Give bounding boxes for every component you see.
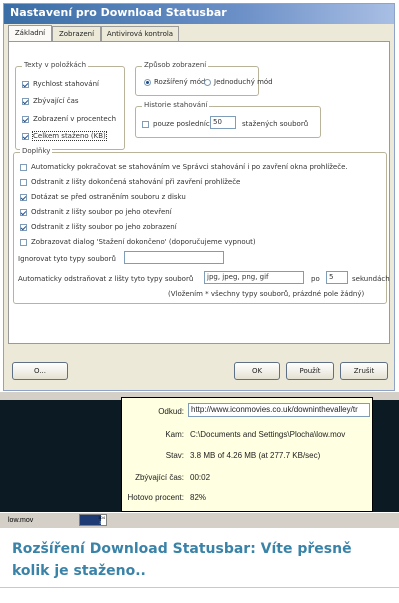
tab-zobrazeni[interactable]: Zobrazení	[52, 26, 101, 41]
label-zbyvajici-cas: Zbývající čas	[33, 97, 79, 105]
settings-window: Nastavení pro Download Statusbar Základn…	[3, 3, 395, 391]
checkbox-pouze-poslednich[interactable]	[142, 121, 149, 128]
group-texty-legend: Texty v položkách	[22, 61, 89, 69]
caption-divider	[0, 587, 399, 588]
checkbox-po-zobrazeni[interactable]	[20, 224, 27, 231]
group-historie: Historie stahování pouze posledních 50 s…	[135, 101, 321, 138]
group-doplnky-legend: Doplňky	[20, 147, 53, 155]
label-ignorovat: Ignorovat tyto typy souborů	[18, 255, 116, 263]
mini-bottom-text: 3.8	[99, 520, 105, 525]
auto-types-input[interactable]: jpg, jpeg, png, gif	[204, 271, 304, 284]
key-hotovo-procent: Hotovo procent:	[127, 493, 184, 502]
checkbox-procenta[interactable]	[22, 116, 29, 123]
label-po-zobrazeni: Odstranit z lišty soubor po jeho zobraze…	[31, 223, 177, 231]
settings-panel: Texty v položkách Rychlost stahování Zbý…	[8, 41, 390, 344]
label-jednoduchy: Jednoduchý mód	[214, 78, 273, 86]
label-sekundach: sekundách	[352, 275, 390, 283]
checkbox-po-otevreni[interactable]	[20, 209, 27, 216]
label-po-otevreni: Odstranit z lišty soubor po jeho otevřen…	[31, 208, 172, 216]
ok-button[interactable]: OK	[234, 362, 280, 380]
label-procenta: Zobrazení v procentech	[33, 115, 117, 123]
key-odkud: Odkud:	[158, 407, 184, 416]
ignorovat-input[interactable]	[124, 251, 224, 264]
checkbox-odstranit-dokoncena[interactable]	[20, 179, 27, 186]
label-rychlost: Rychlost stahování	[33, 80, 99, 88]
window-title: Nastavení pro Download Statusbar	[10, 6, 227, 19]
group-zpusob-legend: Způsob zobrazení	[142, 61, 209, 69]
seconds-input[interactable]: 5	[326, 271, 348, 284]
group-doplnky: Doplňky Automaticky pokračovat se stahov…	[13, 147, 390, 304]
historie-count-input[interactable]: 50	[210, 116, 236, 129]
checkbox-celkem[interactable]	[22, 133, 29, 140]
radio-rozsireny[interactable]	[144, 79, 151, 86]
label-dotazat: Dotázat se před ostraněním souboru z dis…	[31, 193, 186, 201]
group-historie-legend: Historie stahování	[142, 101, 210, 109]
checkbox-dotazat[interactable]	[20, 194, 27, 201]
odkud-url[interactable]: http://www.iconmovies.co.uk/downintheval…	[188, 403, 370, 417]
checkbox-zbyvajici-cas[interactable]	[22, 98, 29, 105]
tab-zakladni[interactable]: Základní	[8, 25, 52, 42]
label-celkem: Celkem staženo (KB)	[32, 131, 107, 141]
val-stav: 3.8 MB of 4.26 MB (at 277.7 KB/sec)	[190, 451, 321, 460]
key-stav: Stav:	[165, 451, 184, 460]
label-po: po	[311, 275, 320, 283]
radio-jednoduchy[interactable]	[204, 79, 211, 86]
label-pouze-poslednich: pouze posledních	[153, 120, 215, 128]
checkbox-pokracovat[interactable]	[20, 164, 27, 171]
tab-antivirova-kontrola[interactable]: Antivirová kontrola	[101, 26, 179, 41]
key-kam: Kam:	[165, 430, 184, 439]
download-tooltip: Odkud: http://www.iconmovies.co.uk/downi…	[121, 397, 373, 512]
key-zbyvajici-cas: Zbývající čas:	[135, 473, 184, 482]
download-item-filename[interactable]: low.mov	[8, 515, 78, 526]
article-caption: Rozšíření Download Statusbar: Víte přesn…	[12, 541, 352, 579]
download-progress-mini[interactable]: 304 3.8	[79, 514, 107, 526]
label-pokracovat: Automaticky pokračovat se stahováním ve …	[31, 163, 348, 171]
row-odkud: Odkud: http://www.iconmovies.co.uk/downi…	[122, 403, 372, 419]
label-rozsireny: Rozšířený mód	[154, 78, 206, 86]
val-hotovo-procent: 82%	[190, 493, 207, 502]
group-texty: Texty v položkách Rychlost stahování Zbý…	[15, 61, 125, 150]
label-automaticky-odstranovat: Automaticky odstraňovat z lišty tyto typ…	[18, 275, 194, 283]
download-statusbar: low.mov 304 3.8	[0, 512, 399, 528]
apply-button[interactable]: Použít	[286, 362, 334, 380]
group-zpusob: Způsob zobrazení Rozšířený mód Jednoduch…	[135, 61, 273, 96]
about-button[interactable]: O...	[12, 362, 68, 380]
val-zbyvajici-cas: 00:02	[190, 473, 211, 482]
hint-text: (Vložením * všechny typy souborů, prázdn…	[168, 290, 365, 298]
label-odstranit-dokoncena: Odstranit z lišty dokončená stahování př…	[31, 178, 241, 186]
label-stazenych: stažených souborů	[242, 120, 309, 128]
checkbox-dialog-dokonceno[interactable]	[20, 239, 27, 246]
label-dialog-dokonceno: Zobrazovat dialog 'Stažení dokončeno' (d…	[31, 238, 256, 246]
title-bar[interactable]: Nastavení pro Download Statusbar	[4, 4, 394, 24]
cancel-button[interactable]: Zrušit	[340, 362, 388, 380]
checkbox-rychlost[interactable]	[22, 81, 29, 88]
val-kam: C:\Documents and Settings\Plocha\low.mov	[190, 430, 346, 439]
